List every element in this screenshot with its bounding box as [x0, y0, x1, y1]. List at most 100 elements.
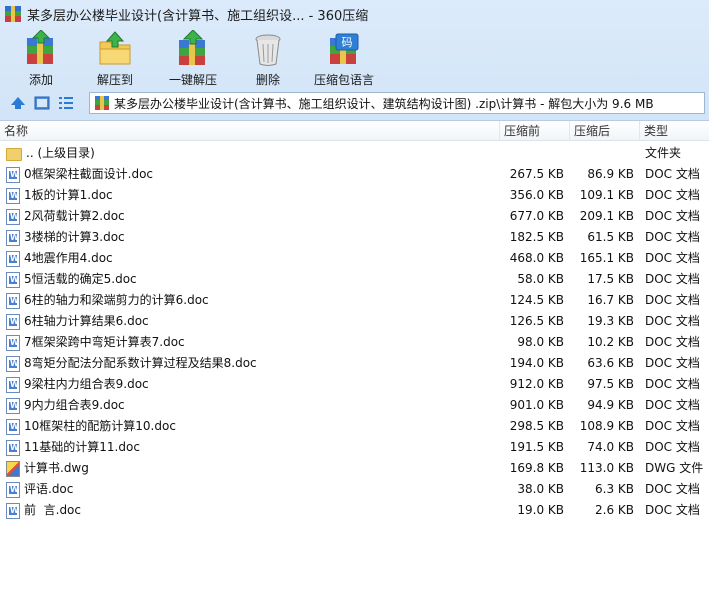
- word-document-icon: [6, 271, 20, 288]
- file-type: DOC 文档: [645, 482, 700, 496]
- file-name-cell: 1板的计算1.doc: [6, 185, 496, 206]
- column-header-type[interactable]: 类型: [640, 121, 709, 141]
- file-row[interactable]: 7框架梁跨中弯矩计算表7.doc 98.0 KB 10.2 KB DOC 文档: [0, 332, 709, 353]
- file-row[interactable]: 6柱轴力计算结果6.doc 126.5 KB 19.3 KB DOC 文档: [0, 311, 709, 332]
- file-row[interactable]: 评语.doc 38.0 KB 6.3 KB DOC 文档: [0, 479, 709, 500]
- file-packed-size: 63.6 KB: [587, 356, 634, 370]
- file-type: 文件夹: [645, 146, 682, 160]
- file-name-cell: 9内力组合表9.doc: [6, 395, 496, 416]
- file-name-cell: 计算书.dwg: [6, 458, 496, 479]
- file-size: 169.8 KB: [509, 461, 564, 475]
- file-row[interactable]: 前 言.doc 19.0 KB 2.6 KB DOC 文档: [0, 500, 709, 521]
- file-type: DOC 文档: [645, 419, 700, 433]
- file-row[interactable]: 9内力组合表9.doc 901.0 KB 94.9 KB DOC 文档: [0, 395, 709, 416]
- file-row[interactable]: 6柱的轴力和梁端剪力的计算6.doc 124.5 KB 16.7 KB DOC 文档: [0, 290, 709, 311]
- word-document-icon: [6, 229, 20, 246]
- up-folder-button[interactable]: [8, 93, 28, 113]
- file-row[interactable]: 4地震作用4.doc 468.0 KB 165.1 KB DOC 文档: [0, 248, 709, 269]
- folder-icon: [6, 148, 22, 161]
- file-size: 98.0 KB: [517, 335, 564, 349]
- file-name-cell: 2风荷载计算2.doc: [6, 206, 496, 227]
- file-name: 9梁柱内力组合表9.doc: [24, 377, 149, 391]
- file-type: DWG 文件: [645, 461, 704, 475]
- file-name: 6柱轴力计算结果6.doc: [24, 314, 149, 328]
- word-document-icon: [6, 502, 20, 519]
- extract-to-button[interactable]: 解压到: [76, 28, 154, 90]
- file-type: DOC 文档: [645, 398, 700, 412]
- file-packed-size: 94.9 KB: [587, 398, 634, 412]
- path-field[interactable]: 某多层办公楼毕业设计(含计算书、施工组织设计、建筑结构设计图) .zip\计算书…: [89, 92, 705, 114]
- file-type: DOC 文档: [645, 335, 700, 349]
- file-type: DOC 文档: [645, 230, 700, 244]
- file-name-cell: 5恒活载的确定5.doc: [6, 269, 496, 290]
- file-row[interactable]: 10框架柱的配筋计算10.doc 298.5 KB 108.9 KB DOC 文档: [0, 416, 709, 437]
- view-large-button[interactable]: [32, 93, 52, 113]
- file-packed-size: 209.1 KB: [579, 209, 634, 223]
- file-name-cell: 11基础的计算11.doc: [6, 437, 496, 458]
- address-bar: 某多层办公楼毕业设计(含计算书、施工组织设计、建筑结构设计图) .zip\计算书…: [0, 90, 709, 116]
- column-header-name[interactable]: 名称: [0, 121, 500, 141]
- file-size: [500, 143, 564, 164]
- add-button[interactable]: 添加: [6, 28, 76, 90]
- app-logo-icon: [5, 6, 21, 22]
- file-packed-size: 97.5 KB: [587, 377, 634, 391]
- app-window: 某多层办公楼毕业设计(含计算书、施工组织设... - 360压缩 添加 解压到 …: [0, 0, 709, 589]
- add-archive-icon: [21, 29, 61, 68]
- one-click-extract-button[interactable]: 一键解压: [154, 28, 232, 90]
- list-header: 名称 压缩前 压缩后 类型: [0, 121, 709, 141]
- file-name: 3楼梯的计算3.doc: [24, 230, 125, 244]
- file-type: DOC 文档: [645, 314, 700, 328]
- archive-language-button[interactable]: 码 压缩包语言: [304, 28, 384, 90]
- file-size: 19.0 KB: [517, 503, 564, 517]
- file-name-cell: 4地震作用4.doc: [6, 248, 496, 269]
- word-document-icon: [6, 439, 20, 456]
- file-name-cell: 9梁柱内力组合表9.doc: [6, 374, 496, 395]
- file-type: DOC 文档: [645, 293, 700, 307]
- file-name-cell: 6柱轴力计算结果6.doc: [6, 311, 496, 332]
- file-name: 9内力组合表9.doc: [24, 398, 125, 412]
- delete-button[interactable]: 删除: [232, 28, 304, 90]
- word-document-icon: [6, 397, 20, 414]
- file-packed-size: 19.3 KB: [587, 314, 634, 328]
- file-size: 901.0 KB: [509, 398, 564, 412]
- file-size: 194.0 KB: [509, 356, 564, 370]
- file-packed-size: 165.1 KB: [579, 251, 634, 265]
- file-size: 356.0 KB: [509, 188, 564, 202]
- file-packed-size: 108.9 KB: [579, 419, 634, 433]
- view-list-button[interactable]: [56, 93, 76, 113]
- file-row[interactable]: 计算书.dwg 169.8 KB 113.0 KB DWG 文件: [0, 458, 709, 479]
- zip-archive-icon: [94, 95, 110, 111]
- file-packed-size: 61.5 KB: [587, 230, 634, 244]
- word-document-icon: [6, 208, 20, 225]
- column-header-size[interactable]: 压缩前: [500, 121, 570, 141]
- file-row[interactable]: 9梁柱内力组合表9.doc 912.0 KB 97.5 KB DOC 文档: [0, 374, 709, 395]
- file-row[interactable]: 1板的计算1.doc 356.0 KB 109.1 KB DOC 文档: [0, 185, 709, 206]
- one-click-extract-label: 一键解压: [168, 73, 217, 87]
- file-row[interactable]: 8弯矩分配法分配系数计算过程及结果8.doc 194.0 KB 63.6 KB DOC…: [0, 353, 709, 374]
- file-row[interactable]: 0框架梁柱截面设计.doc 267.5 KB 86.9 KB DOC 文档: [0, 164, 709, 185]
- file-row[interactable]: .. (上级目录) 文件夹: [0, 143, 709, 164]
- file-packed-size: 6.3 KB: [595, 482, 634, 496]
- file-list: 名称 压缩前 压缩后 类型 .. (上级目录) 文件夹 0框架梁柱截面设计.doc 2…: [0, 120, 709, 589]
- file-name: 10框架柱的配筋计算10.doc: [24, 419, 176, 433]
- column-header-packed[interactable]: 压缩后: [570, 121, 640, 141]
- file-row[interactable]: 11基础的计算11.doc 191.5 KB 74.0 KB DOC 文档: [0, 437, 709, 458]
- file-name: 8弯矩分配法分配系数计算过程及结果8.doc: [24, 356, 257, 370]
- file-row[interactable]: 3楼梯的计算3.doc 182.5 KB 61.5 KB DOC 文档: [0, 227, 709, 248]
- file-size: 58.0 KB: [517, 272, 564, 286]
- extract-to-label: 解压到: [96, 73, 133, 87]
- large-icons-view-icon: [34, 96, 50, 110]
- file-name: 评语.doc: [24, 482, 74, 496]
- delete-label: 删除: [255, 73, 280, 87]
- word-document-icon: [6, 187, 20, 204]
- trash-bin-icon: [248, 30, 288, 68]
- file-row[interactable]: 5恒活载的确定5.doc 58.0 KB 17.5 KB DOC 文档: [0, 269, 709, 290]
- word-document-icon: [6, 418, 20, 435]
- file-type: DOC 文档: [645, 272, 700, 286]
- file-row[interactable]: 2风荷载计算2.doc 677.0 KB 209.1 KB DOC 文档: [0, 206, 709, 227]
- file-type: DOC 文档: [645, 209, 700, 223]
- file-name-cell: 6柱的轴力和梁端剪力的计算6.doc: [6, 290, 496, 311]
- arrow-up-icon: [11, 97, 25, 109]
- file-size: 267.5 KB: [509, 167, 564, 181]
- title-bar: 某多层办公楼毕业设计(含计算书、施工组织设... - 360压缩: [0, 0, 709, 28]
